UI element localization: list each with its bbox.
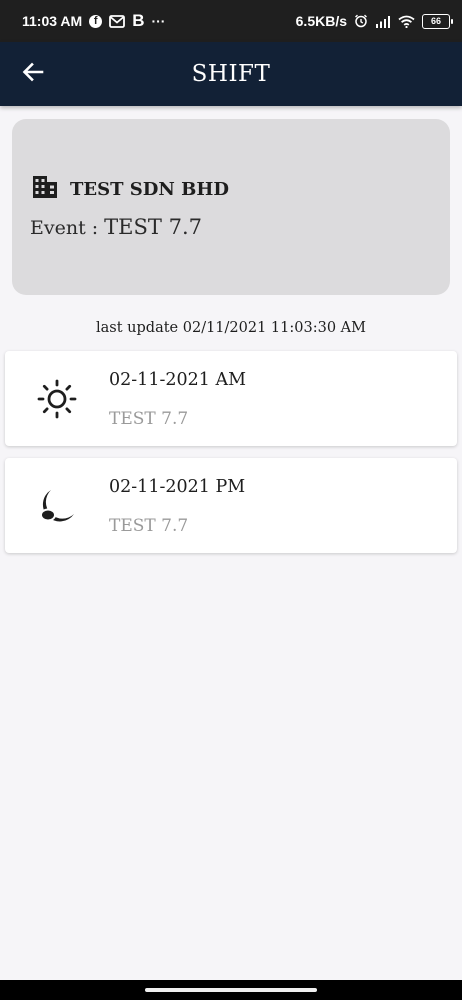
more-notifications-icon: ···: [151, 13, 166, 29]
last-update-text: last update 02/11/2021 11:03:30 AM: [96, 320, 366, 336]
network-speed: 6.5KB/s: [295, 13, 347, 29]
alarm-icon: [354, 14, 368, 28]
shift-event: TEST 7.7: [109, 516, 189, 536]
company-card: TEST SDN BHD Event : TEST 7.7: [12, 119, 450, 295]
wifi-icon: [398, 15, 415, 28]
navigation-bar: [0, 980, 462, 1000]
status-bar: 11:03 AM f B ··· 6.5KB/s 66: [0, 0, 462, 42]
shift-event: TEST 7.7: [109, 409, 189, 429]
app-bar: SHIFT: [0, 42, 462, 106]
company-row: TEST SDN BHD: [32, 175, 229, 203]
shift-date: 02-11-2021 PM: [109, 477, 246, 497]
status-left: 11:03 AM f B ···: [22, 11, 165, 31]
event-value: TEST 7.7: [104, 215, 202, 239]
shift-card-pm[interactable]: 02-11-2021 PM TEST 7.7: [5, 458, 457, 553]
event-row: Event : TEST 7.7: [30, 215, 202, 239]
status-right: 6.5KB/s 66: [295, 13, 453, 29]
page-title: SHIFT: [191, 61, 271, 87]
facebook-icon: f: [89, 14, 103, 28]
building-icon: [32, 175, 58, 203]
b-app-icon: B: [132, 11, 145, 30]
home-indicator[interactable]: [145, 988, 317, 992]
moon-icon: [35, 484, 79, 528]
shift-card-am[interactable]: 02-11-2021 AM TEST 7.7: [5, 351, 457, 446]
signal-icon: [375, 15, 391, 28]
status-time: 11:03 AM: [22, 13, 83, 29]
sun-icon: [35, 377, 79, 421]
company-name: TEST SDN BHD: [70, 178, 229, 200]
battery-icon: 66: [422, 13, 453, 29]
mail-icon: [109, 14, 126, 28]
shift-date: 02-11-2021 AM: [109, 370, 247, 390]
event-label: Event :: [30, 217, 99, 239]
